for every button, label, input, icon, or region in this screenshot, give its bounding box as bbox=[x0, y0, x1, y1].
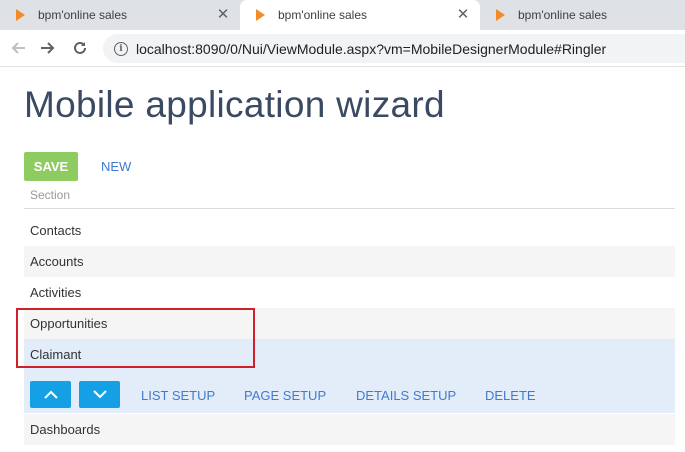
back-arrow-icon bbox=[11, 42, 25, 54]
browser-tab-strip: bpm'online sales ✕ bpm'online sales ✕ bp… bbox=[0, 0, 685, 30]
section-row-dashboards[interactable]: Dashboards bbox=[24, 414, 675, 445]
section-label: Contacts bbox=[30, 223, 82, 238]
tab-title: bpm'online sales bbox=[518, 8, 608, 22]
browser-toolbar: i localhost:8090/0/Nui/ViewModule.aspx?v… bbox=[0, 30, 685, 67]
details-setup-button[interactable]: DETAILS SETUP bbox=[356, 388, 456, 403]
page-setup-button[interactable]: PAGE SETUP bbox=[244, 388, 326, 403]
section-row-contacts[interactable]: Contacts bbox=[24, 215, 675, 246]
save-button[interactable]: SAVE bbox=[24, 152, 78, 181]
chevron-down-icon bbox=[92, 390, 107, 399]
tab-title: bpm'online sales bbox=[38, 8, 128, 22]
bpmonline-favicon-icon bbox=[16, 9, 25, 21]
reload-icon bbox=[74, 41, 86, 54]
chevron-up-icon bbox=[43, 390, 58, 399]
header-divider bbox=[24, 208, 675, 209]
forward-button[interactable] bbox=[37, 37, 59, 59]
url-text: localhost:8090/0/Nui/ViewModule.aspx?vm=… bbox=[136, 40, 607, 57]
move-down-button[interactable] bbox=[79, 381, 120, 408]
bpmonline-favicon-icon bbox=[496, 9, 505, 21]
row-action-bar: LIST SETUP PAGE SETUP DETAILS SETUP DELE… bbox=[24, 370, 675, 413]
page-title: Mobile application wizard bbox=[24, 84, 445, 125]
tab-title: bpm'online sales bbox=[278, 8, 368, 22]
list-setup-button[interactable]: LIST SETUP bbox=[141, 388, 215, 403]
back-button[interactable] bbox=[7, 37, 29, 59]
delete-button[interactable]: DELETE bbox=[485, 388, 536, 403]
section-column-header: Section bbox=[30, 188, 71, 202]
reload-button[interactable] bbox=[69, 37, 91, 59]
site-info-icon[interactable]: i bbox=[114, 41, 128, 56]
address-bar[interactable]: i localhost:8090/0/Nui/ViewModule.aspx?v… bbox=[103, 34, 685, 63]
section-row-activities[interactable]: Activities bbox=[24, 277, 675, 308]
forward-arrow-icon bbox=[41, 42, 55, 54]
annotation-highlight-box bbox=[16, 308, 255, 368]
browser-tab-2[interactable]: bpm'online sales ✕ bbox=[240, 0, 480, 30]
bpmonline-favicon-icon bbox=[256, 9, 265, 21]
section-label: Activities bbox=[30, 285, 82, 300]
close-icon[interactable]: ✕ bbox=[454, 6, 472, 24]
close-icon[interactable]: ✕ bbox=[214, 6, 232, 24]
browser-tab-3[interactable]: bpm'online sales bbox=[480, 0, 685, 30]
section-label: Accounts bbox=[30, 254, 84, 269]
section-row-accounts[interactable]: Accounts bbox=[24, 246, 675, 277]
browser-tab-1[interactable]: bpm'online sales ✕ bbox=[0, 0, 240, 30]
new-button[interactable]: NEW bbox=[101, 159, 131, 174]
section-label: Dashboards bbox=[30, 422, 101, 437]
move-up-button[interactable] bbox=[30, 381, 71, 408]
